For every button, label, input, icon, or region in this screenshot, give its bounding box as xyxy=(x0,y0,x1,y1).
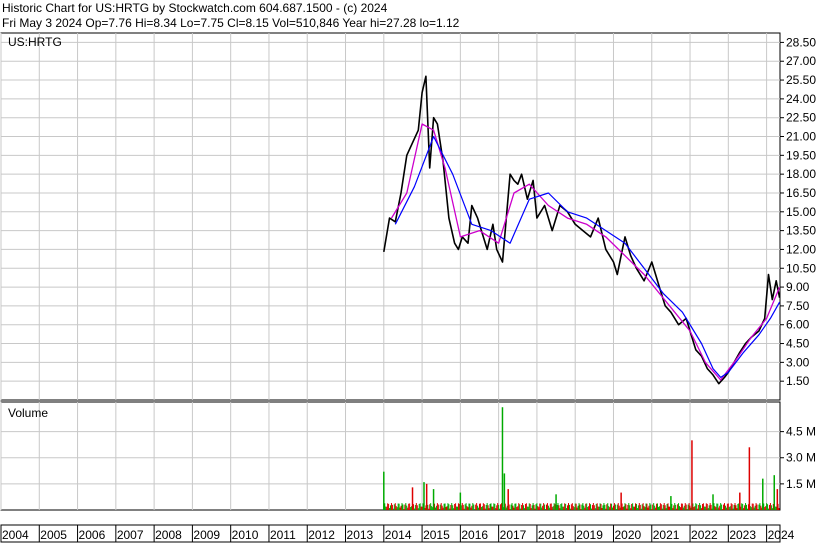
price-panel: 1.50 3.00 4.50 6.00 7.50 9.00 10.50 12.00 13.50 1… xyxy=(0,32,816,401)
x-tick-label: 2009 xyxy=(193,528,220,542)
price-tick-label: 3.00 xyxy=(786,355,810,369)
price-tick-label: 7.50 xyxy=(786,299,810,313)
x-tick-label: 2023 xyxy=(729,528,756,542)
price-panel-frame xyxy=(0,32,781,401)
price-axis: 1.50 3.00 4.50 6.00 7.50 9.00 10.50 12.00 13.50 1… xyxy=(780,35,816,388)
x-tick-label: 2007 xyxy=(117,528,144,542)
x-tick-label: 2013 xyxy=(347,528,374,542)
price-tick-label: 21.00 xyxy=(786,130,816,144)
volume-panel: 1.5 M 3.0 M 4.5 M Volume xyxy=(0,401,816,511)
x-axis-labels: 2004 2005 2006 2007 2008 2009 2010 2011 2012 2013… xyxy=(0,525,795,542)
x-tick-label: 2006 xyxy=(79,528,106,542)
x-tick-label: 2012 xyxy=(308,528,335,542)
price-tick-label: 13.50 xyxy=(786,224,816,238)
price-tick-label: 25.50 xyxy=(786,73,816,87)
x-tick-label: 2021 xyxy=(653,528,680,542)
price-tick-label: 22.50 xyxy=(786,111,816,125)
x-tick-label: 2004 xyxy=(2,528,29,542)
volume-tick-label: 1.5 M xyxy=(786,477,816,491)
x-tick-label: 2017 xyxy=(500,528,527,542)
price-panel-label: US:HRTG xyxy=(8,35,62,49)
stock-chart: 1.50 3.00 4.50 6.00 7.50 9.00 10.50 12.00 13.50 1… xyxy=(0,32,816,543)
price-tick-label: 12.00 xyxy=(786,242,816,256)
x-tick-label: 2016 xyxy=(461,528,488,542)
volume-panel-label: Volume xyxy=(8,406,48,420)
price-tick-label: 27.00 xyxy=(786,54,816,68)
price-tick-label: 18.00 xyxy=(786,167,816,181)
x-tick-label: 2024 xyxy=(768,528,795,542)
volume-panel-frame xyxy=(0,401,781,511)
x-tick-label: 2020 xyxy=(614,528,641,542)
price-tick-label: 15.00 xyxy=(786,205,816,219)
x-tick-label: 2022 xyxy=(691,528,718,542)
x-tick-label: 2011 xyxy=(270,528,296,542)
x-tick-label: 2008 xyxy=(155,528,182,542)
price-tick-label: 4.50 xyxy=(786,337,810,351)
price-tick-label: 16.50 xyxy=(786,186,816,200)
volume-tick-label: 3.0 M xyxy=(786,451,816,465)
volume-axis: 1.5 M 3.0 M 4.5 M xyxy=(780,425,816,491)
x-tick-label: 2015 xyxy=(423,528,450,542)
x-tick-label: 2014 xyxy=(385,528,412,542)
price-tick-label: 10.50 xyxy=(786,261,816,275)
x-axis: 2004 2005 2006 2007 2008 2009 2010 2011 2012 2013… xyxy=(0,524,795,543)
volume-tick-label: 4.5 M xyxy=(786,425,816,439)
price-tick-label: 28.50 xyxy=(786,35,816,49)
x-tick-label: 2019 xyxy=(576,528,603,542)
price-tick-label: 24.00 xyxy=(786,92,816,106)
x-tick-label: 2005 xyxy=(40,528,67,542)
price-tick-label: 19.50 xyxy=(786,148,816,162)
price-tick-label: 6.00 xyxy=(786,318,810,332)
x-tick-label: 2010 xyxy=(232,528,259,542)
price-tick-label: 1.50 xyxy=(786,374,810,388)
price-tick-label: 9.00 xyxy=(786,280,810,294)
x-tick-label: 2018 xyxy=(538,528,565,542)
